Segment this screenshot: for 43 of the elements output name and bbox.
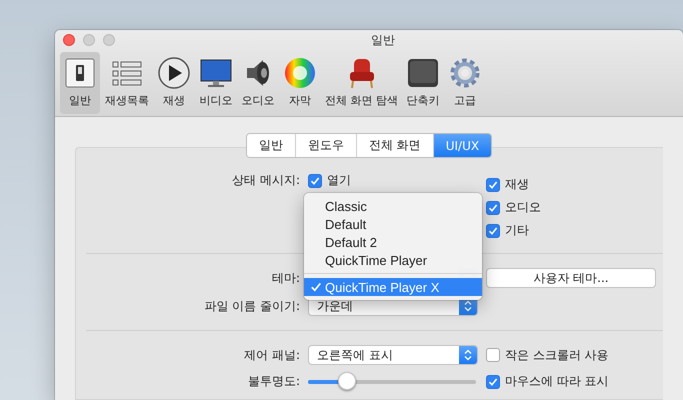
stepper-icon <box>459 346 477 364</box>
checkbox[interactable] <box>486 348 500 362</box>
checkmark-icon <box>310 281 322 293</box>
field-label: 파일 이름 줄이기: <box>203 298 300 314</box>
field-label: 상태 메시지: <box>231 172 300 189</box>
checkbox[interactable] <box>486 374 500 388</box>
window-title: 일반 <box>370 32 396 48</box>
close-button[interactable] <box>63 34 75 46</box>
toolbar-item[interactable]: 오디오 <box>238 52 278 114</box>
checkbox[interactable] <box>486 224 500 238</box>
popup-button[interactable]: 오른쪽에 표시 <box>308 345 478 365</box>
toolbar-item[interactable]: 비디오 <box>196 52 236 114</box>
checkbox[interactable] <box>308 174 322 188</box>
toolbar-item[interactable]: 단축키 <box>403 52 443 114</box>
checkbox-label: 재생 <box>505 176 529 193</box>
keyboard-key-icon <box>406 56 440 90</box>
toolbar-item[interactable]: 고급 <box>445 52 485 114</box>
checkbox[interactable] <box>486 178 500 192</box>
slider-thumb[interactable] <box>338 372 356 390</box>
color-wheel-icon <box>283 56 317 90</box>
checkbox-label: 오디오 <box>505 199 541 216</box>
menu-item[interactable]: Classic <box>304 197 482 215</box>
toolbar-item[interactable]: 일반 <box>60 52 100 114</box>
field-label: 테마: <box>270 270 300 286</box>
custom-theme-button[interactable]: 사용자 테마... <box>486 268 656 288</box>
toolbar-item[interactable]: 재생 <box>154 52 194 114</box>
checkbox[interactable] <box>486 200 500 214</box>
menu-item[interactable]: QuickTime Player X <box>304 278 482 296</box>
toolbar-item[interactable]: 전체 화면 탐색 <box>322 52 401 114</box>
menu-item[interactable]: Default 2 <box>304 233 482 251</box>
field-label: 불투명도: <box>246 373 300 390</box>
menu-item[interactable]: QuickTime Player <box>304 251 482 269</box>
gear-icon <box>448 56 482 90</box>
checkbox-label: 작은 스크롤러 사용 <box>505 346 609 364</box>
checkbox-label: 마우스에 따라 표시 <box>505 373 609 390</box>
switch-icon <box>63 56 97 90</box>
checkbox-label: 열기 <box>327 172 351 189</box>
toolbar-item[interactable]: 자막 <box>280 52 320 114</box>
menu-item[interactable]: Default <box>304 215 482 233</box>
toolbar-item[interactable]: 재생목록 <box>102 52 152 114</box>
play-icon <box>157 56 191 90</box>
field-label: 제어 패널: <box>243 346 300 364</box>
checkbox-label: 기타 <box>505 222 529 239</box>
